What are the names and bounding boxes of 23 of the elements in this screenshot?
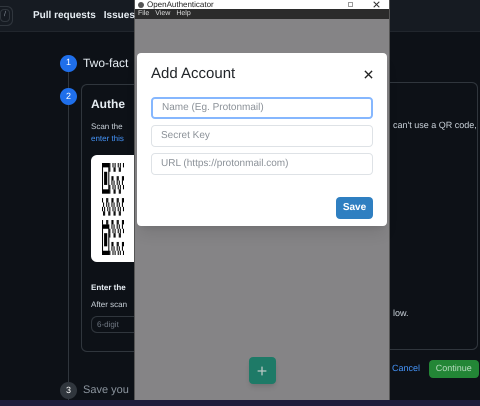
- step-number: 3: [60, 382, 77, 399]
- save-button[interactable]: Save: [336, 196, 373, 218]
- code-instruction: low.: [393, 306, 410, 320]
- code-heading: Enter the: [91, 282, 127, 294]
- instruction-text: Scan the: [91, 121, 124, 133]
- close-icon[interactable]: [373, 1, 380, 8]
- app-icon: [138, 2, 144, 8]
- cancel-link[interactable]: Cancel: [392, 362, 420, 376]
- step-title: Two-fact: [83, 55, 128, 72]
- step-number: 2: [60, 88, 77, 105]
- dialog-title: Add Account: [151, 64, 236, 84]
- step-number: 1: [60, 54, 77, 72]
- input-field[interactable]: Name (Eg. Protonmail): [151, 96, 373, 118]
- maximize-icon[interactable]: [348, 2, 353, 7]
- instruction-text: can't use a QR code,: [393, 119, 477, 132]
- link[interactable]: enter this: [91, 133, 134, 145]
- section-title: Authe: [91, 96, 126, 113]
- close-icon[interactable]: [364, 70, 373, 79]
- nav-link[interactable]: Pull requests: [32, 8, 96, 23]
- nav-link[interactable]: Issues: [104, 8, 135, 23]
- code-instruction: After scan: [91, 299, 128, 311]
- window-title: OpenAuthenticator: [147, 0, 214, 8]
- step-title: Save you: [83, 383, 129, 398]
